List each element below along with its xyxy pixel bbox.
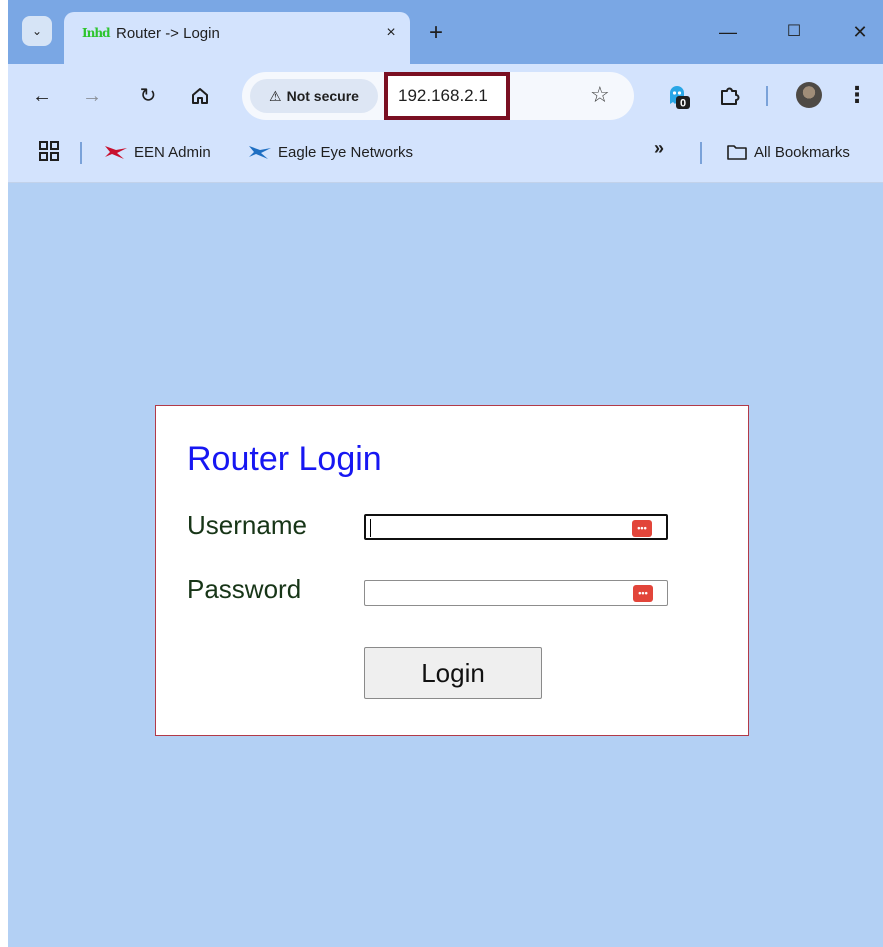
password-manager-icon[interactable]: •••	[633, 585, 653, 602]
bookmark-star-icon[interactable]: ☆	[590, 82, 610, 108]
login-button[interactable]: Login	[364, 647, 542, 699]
bookmarks-divider	[80, 142, 82, 164]
maximize-button[interactable]: ☐	[774, 18, 814, 46]
username-input[interactable]: •••	[364, 514, 668, 540]
puzzle-icon	[721, 87, 740, 105]
bookmark-eagle-eye-networks[interactable]: Eagle Eye Networks	[248, 138, 413, 166]
chevron-down-icon: ⌄	[31, 24, 43, 38]
username-label: Username	[187, 510, 307, 540]
bookmarks-divider	[700, 142, 702, 164]
all-bookmarks-label: All Bookmarks	[754, 143, 850, 161]
bookmarks-overflow-button[interactable]: »	[654, 138, 664, 159]
folder-icon	[727, 145, 747, 160]
extensions-button[interactable]	[716, 82, 744, 110]
home-button[interactable]	[186, 82, 214, 110]
bookmark-label: EEN Admin	[134, 143, 211, 161]
new-tab-button[interactable]: +	[422, 20, 450, 48]
profile-avatar[interactable]	[796, 82, 822, 108]
een-logo-icon	[249, 146, 271, 159]
security-label: Not secure	[286, 88, 359, 104]
warning-triangle-icon: ⚠	[269, 87, 282, 104]
toolbar: ← → ↻ ⚠ Not secure 192.168.2.1 ☆ 0 ⋮	[8, 64, 883, 126]
minimize-button[interactable]: —	[708, 18, 748, 46]
menu-button[interactable]: ⋮	[846, 82, 868, 110]
close-window-button[interactable]: ✕	[840, 18, 880, 46]
address-bar[interactable]: ⚠ Not secure 192.168.2.1 ☆	[242, 72, 634, 120]
all-bookmarks-button[interactable]: All Bookmarks	[726, 138, 850, 166]
toolbar-divider	[766, 86, 768, 106]
extension-ghost-button[interactable]: 0	[664, 82, 692, 110]
tab-title: Router -> Login	[116, 25, 220, 42]
close-tab-icon[interactable]: ×	[380, 22, 402, 44]
bookmark-label: Eagle Eye Networks	[278, 143, 414, 161]
page-content: Router Login Username ••• Password ••• L…	[8, 183, 883, 947]
tab-strip: ⌄ Inhd Router -> Login × + — ☐ ✕	[8, 0, 883, 64]
apps-grid-icon[interactable]	[38, 140, 60, 162]
forward-arrow-icon: →	[82, 85, 102, 107]
tab-search-button[interactable]: ⌄	[22, 16, 52, 46]
bookmark-een-admin[interactable]: EEN Admin	[104, 138, 211, 166]
browser-window: ⌄ Inhd Router -> Login × + — ☐ ✕ ← → ↻ ⚠…	[8, 0, 883, 947]
favicon-icon: Inhd	[82, 26, 110, 40]
tab-router-login[interactable]: Inhd Router -> Login ×	[64, 12, 410, 64]
back-arrow-icon: ←	[32, 85, 52, 107]
page-title: Router Login	[187, 440, 382, 478]
extension-badge: 0	[680, 98, 686, 110]
forward-button[interactable]: →	[78, 82, 106, 110]
login-form: Router Login Username ••• Password ••• L…	[155, 405, 749, 736]
bookmarks-bar: EEN Admin Eagle Eye Networks » All Bookm…	[8, 126, 883, 183]
security-chip[interactable]: ⚠ Not secure	[250, 79, 378, 113]
back-button[interactable]: ←	[28, 82, 56, 110]
home-icon	[192, 88, 208, 104]
ghost-extension-icon: 0	[670, 86, 690, 110]
reload-icon: ↻	[139, 85, 157, 107]
url-text[interactable]: 192.168.2.1	[384, 72, 510, 120]
password-input[interactable]: •••	[364, 580, 668, 606]
password-label: Password	[187, 574, 302, 604]
more-vert-icon: ⋮	[846, 82, 868, 107]
password-manager-icon[interactable]: •••	[632, 520, 652, 537]
een-logo-icon	[105, 146, 127, 159]
text-caret	[370, 519, 371, 537]
reload-button[interactable]: ↻	[134, 82, 162, 110]
